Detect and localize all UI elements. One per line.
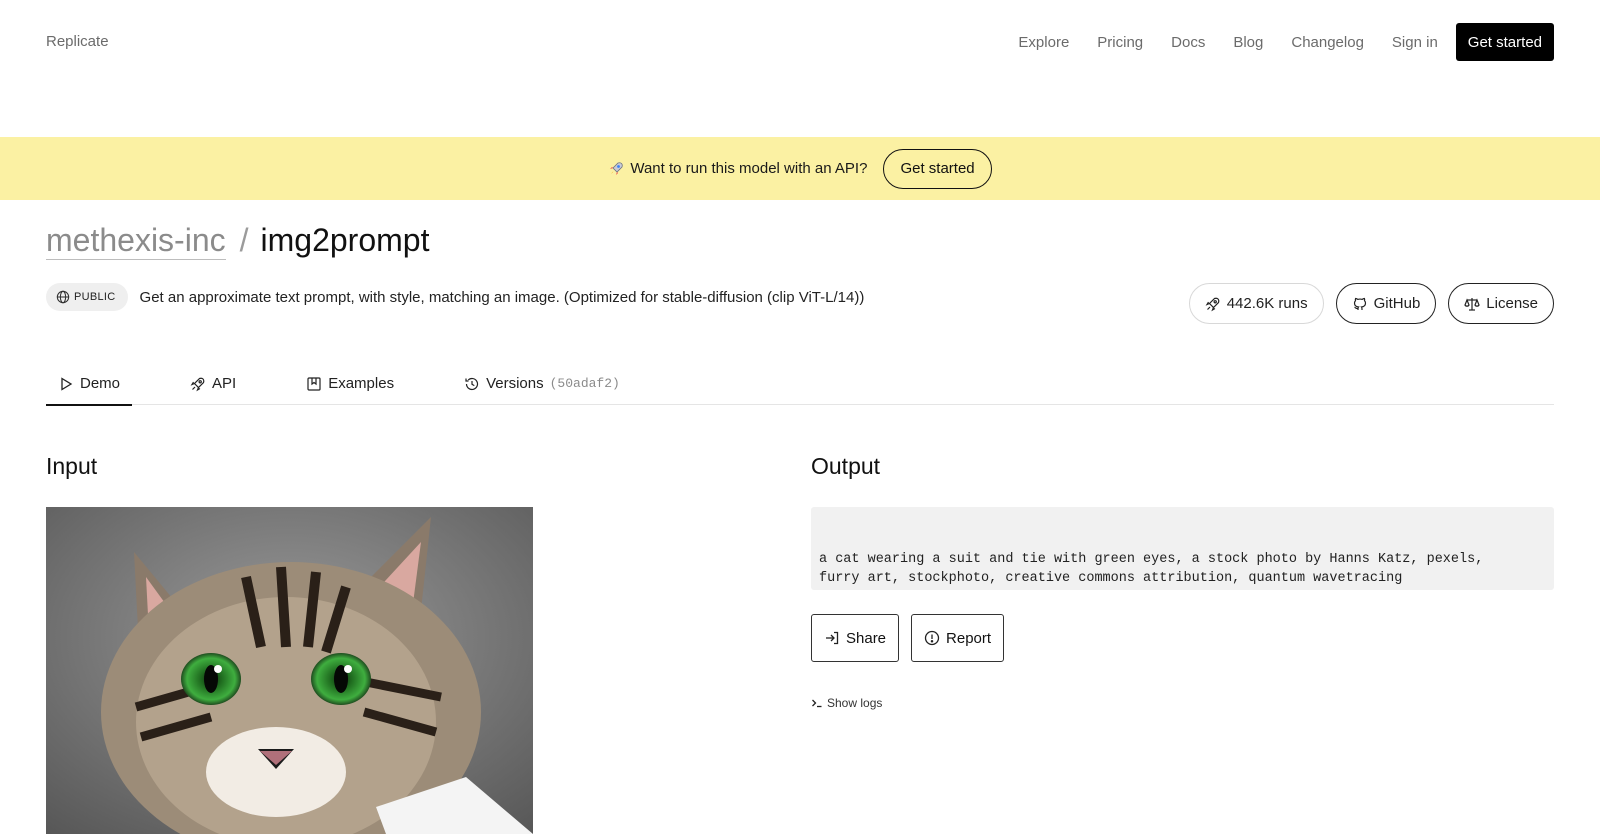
- report-label: Report: [946, 629, 992, 647]
- get-started-button[interactable]: Get started: [1455, 23, 1554, 61]
- show-logs-toggle[interactable]: Show logs: [811, 696, 882, 710]
- terminal-icon: [812, 699, 822, 708]
- license-button[interactable]: License: [1448, 283, 1554, 324]
- show-logs-label: Show logs: [827, 696, 883, 710]
- share-button[interactable]: Share: [811, 614, 900, 662]
- bookmark-icon: [307, 376, 321, 391]
- visibility-label: PUBLIC: [74, 291, 116, 303]
- play-icon: [61, 376, 73, 391]
- visibility-badge: PUBLIC: [46, 283, 128, 311]
- alert-circle-icon: [924, 630, 940, 646]
- tab-api[interactable]: API: [178, 362, 248, 405]
- report-button[interactable]: Report: [911, 614, 1005, 662]
- tab-demo[interactable]: Demo: [46, 362, 133, 406]
- model-title: methexis-inc / img2prompt: [46, 222, 429, 260]
- output-text: a cat wearing a suit and tie with green …: [811, 507, 1554, 590]
- model-owner-link[interactable]: methexis-inc: [46, 222, 226, 260]
- banner-message: Want to run this model with an API?: [608, 160, 867, 177]
- nav-link-sign-in[interactable]: Sign in: [1392, 34, 1438, 51]
- output-actions: Share Report: [811, 614, 1016, 662]
- banner-text: Want to run this model with an API?: [630, 160, 868, 177]
- model-description: Get an approximate text prompt, with sty…: [139, 288, 865, 306]
- model-tabs: Demo API Examples Versions (50adaf2): [46, 362, 1554, 406]
- share-label: Share: [846, 629, 887, 647]
- rocket-icon: [190, 377, 205, 391]
- nav-link-docs[interactable]: Docs: [1171, 34, 1205, 51]
- history-icon: [465, 377, 479, 390]
- github-button[interactable]: GitHub: [1335, 283, 1437, 324]
- scale-icon: [1464, 297, 1480, 311]
- model-name: img2prompt: [260, 222, 430, 258]
- version-hash: (50adaf2): [549, 376, 620, 391]
- tab-examples[interactable]: Examples: [294, 362, 406, 405]
- nav-link-explore[interactable]: Explore: [1018, 34, 1069, 51]
- tab-versions[interactable]: Versions (50adaf2): [452, 362, 632, 405]
- runs-label: 442.6K runs: [1226, 295, 1308, 312]
- model-description-row: PUBLIC Get an approximate text prompt, w…: [46, 283, 864, 311]
- nav-link-blog[interactable]: Blog: [1233, 34, 1263, 51]
- github-icon: [1353, 297, 1366, 310]
- nav-link-pricing[interactable]: Pricing: [1097, 34, 1143, 51]
- github-label: GitHub: [1373, 295, 1421, 312]
- input-image: [46, 507, 533, 834]
- api-banner: Want to run this model with an API? Get …: [0, 137, 1600, 200]
- globe-icon: [56, 290, 70, 304]
- tab-examples-label: Examples: [328, 375, 395, 392]
- model-stats: 442.6K runs GitHub License: [1177, 283, 1554, 324]
- title-separator: /: [239, 222, 249, 258]
- nav-link-changelog[interactable]: Changelog: [1291, 34, 1364, 51]
- input-heading: Input: [46, 453, 98, 479]
- tab-demo-label: Demo: [80, 375, 121, 392]
- license-label: License: [1486, 295, 1538, 312]
- output-heading: Output: [811, 453, 881, 479]
- nav-links: Explore Pricing Docs Blog Changelog Sign…: [990, 22, 1554, 62]
- share-icon: [826, 631, 839, 645]
- top-nav: Replicate Explore Pricing Docs Blog Chan…: [0, 0, 1600, 84]
- rocket-emoji-icon: [610, 161, 623, 175]
- runs-count: 442.6K runs: [1188, 283, 1324, 324]
- rocket-icon: [1205, 297, 1220, 311]
- tab-api-label: API: [212, 375, 237, 392]
- brand-logo[interactable]: Replicate: [46, 33, 109, 50]
- tab-versions-label: Versions: [486, 375, 544, 392]
- cat-portrait-image: [46, 507, 533, 834]
- banner-get-started-button[interactable]: Get started: [883, 148, 992, 189]
